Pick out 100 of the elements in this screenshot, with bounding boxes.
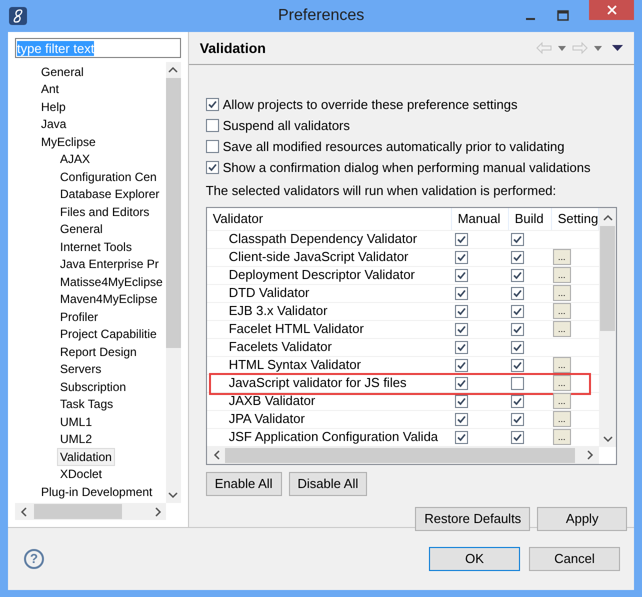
- checkbox[interactable]: [510, 304, 524, 318]
- checkbox[interactable]: [510, 250, 524, 264]
- horizontal-scrollbar[interactable]: [206, 446, 600, 464]
- table-row[interactable]: JAXB Validator ...: [206, 392, 600, 410]
- settings-button[interactable]: ...: [552, 411, 571, 427]
- scroll-down-icon[interactable]: [168, 491, 178, 499]
- settings-button[interactable]: ...: [552, 285, 571, 301]
- checkbox[interactable]: [454, 340, 468, 354]
- table-row[interactable]: JavaScript validator for JS files ...: [206, 374, 600, 392]
- table-row[interactable]: Facelet HTML Validator ...: [206, 320, 600, 338]
- tree-item[interactable]: Help: [38, 98, 69, 116]
- button[interactable]: Apply: [537, 506, 628, 530]
- tree-item[interactable]: Matisse4MyEclipse: [57, 272, 166, 291]
- settings-button[interactable]: ...: [552, 429, 571, 445]
- vertical-scrollbar[interactable]: [599, 208, 616, 446]
- button[interactable]: Enable All: [206, 472, 282, 496]
- tree-item[interactable]: Validation: [57, 448, 115, 466]
- checkbox[interactable]: [206, 98, 219, 111]
- settings-button[interactable]: ...: [552, 375, 571, 391]
- checkbox[interactable]: [454, 376, 468, 390]
- tree-item[interactable]: UML2: [57, 430, 96, 448]
- checkbox[interactable]: [510, 286, 524, 300]
- tree-item[interactable]: Java: [38, 115, 70, 134]
- tree-item[interactable]: Plug-in Development: [38, 482, 156, 501]
- tree-item[interactable]: UML1: [57, 412, 96, 431]
- tree-item[interactable]: Task Tags: [57, 395, 116, 414]
- settings-button[interactable]: ...: [552, 357, 571, 373]
- checkbox[interactable]: [454, 322, 468, 336]
- checkbox[interactable]: [510, 340, 524, 354]
- checkbox[interactable]: [454, 430, 468, 444]
- scroll-left-icon[interactable]: [20, 506, 28, 516]
- tree-item[interactable]: General: [38, 62, 87, 81]
- checkbox[interactable]: [454, 412, 468, 426]
- scroll-up-icon[interactable]: [168, 66, 178, 74]
- scroll-right-icon[interactable]: [586, 450, 594, 460]
- tree-item[interactable]: AJAX: [57, 150, 94, 168]
- settings-button[interactable]: ...: [552, 321, 571, 337]
- help-button[interactable]: ?: [24, 549, 44, 569]
- settings-button[interactable]: ...: [552, 249, 571, 265]
- horizontal-scrollbar[interactable]: [15, 503, 166, 520]
- settings-button[interactable]: ...: [552, 303, 571, 319]
- table-row[interactable]: EJB 3.x Validator ...: [206, 302, 600, 320]
- checkbox[interactable]: [454, 358, 468, 372]
- tree-item[interactable]: Internet Tools: [57, 238, 135, 256]
- tree-item[interactable]: Database Explorer: [57, 185, 162, 204]
- tree-item[interactable]: Profiler: [57, 308, 102, 326]
- checkbox[interactable]: [206, 119, 219, 132]
- dropdown-icon[interactable]: [558, 46, 566, 50]
- tree-item[interactable]: Servers: [57, 360, 104, 378]
- table-row[interactable]: Facelets Validator: [206, 338, 600, 356]
- checkbox[interactable]: [206, 161, 219, 174]
- tree-item[interactable]: Subscription: [57, 378, 130, 396]
- close-button[interactable]: [589, 0, 634, 20]
- button[interactable]: Restore Defaults: [415, 506, 530, 530]
- tree-item[interactable]: Configuration Cen: [57, 168, 160, 186]
- tree-item[interactable]: XDoclet: [57, 465, 106, 484]
- table-row[interactable]: Client-side JavaScript Validator ...: [206, 248, 600, 266]
- vertical-scrollbar[interactable]: [166, 62, 181, 503]
- dialog-button[interactable]: Cancel: [529, 547, 620, 571]
- checkbox[interactable]: [206, 140, 219, 153]
- dialog-button[interactable]: OK: [429, 547, 520, 571]
- checkbox[interactable]: [510, 412, 524, 426]
- scroll-down-icon[interactable]: [602, 434, 613, 442]
- tree-item[interactable]: Project Capabilitie: [57, 325, 160, 344]
- maximize-icon[interactable]: [557, 10, 569, 22]
- settings-button[interactable]: ...: [552, 267, 571, 283]
- tree-item[interactable]: Report Design: [57, 342, 140, 361]
- dropdown-icon[interactable]: [594, 46, 602, 50]
- checkbox[interactable]: [454, 394, 468, 408]
- tree-item[interactable]: Java Enterprise Pr: [57, 255, 162, 274]
- table-row[interactable]: DTD Validator ...: [206, 284, 600, 302]
- column-header[interactable]: Validator: [206, 208, 452, 230]
- table-row[interactable]: JPA Validator ...: [206, 410, 600, 428]
- checkbox[interactable]: [510, 394, 524, 408]
- checkbox[interactable]: [510, 376, 524, 390]
- tree-item[interactable]: General: [57, 220, 106, 238]
- button[interactable]: Disable All: [288, 472, 368, 496]
- checkbox[interactable]: [510, 322, 524, 336]
- tree-item[interactable]: MyEclipse: [38, 132, 99, 151]
- column-header[interactable]: Build: [508, 208, 552, 230]
- checkbox[interactable]: [454, 232, 468, 246]
- scroll-left-icon[interactable]: [212, 450, 221, 460]
- checkbox[interactable]: [510, 430, 524, 444]
- table-row[interactable]: Deployment Descriptor Validator ...: [206, 266, 600, 284]
- tree-item[interactable]: Files and Editors: [57, 202, 152, 221]
- menu-icon[interactable]: [612, 45, 624, 51]
- checkbox[interactable]: [510, 232, 524, 246]
- scroll-up-icon[interactable]: [602, 214, 613, 222]
- checkbox[interactable]: [454, 268, 468, 282]
- checkbox[interactable]: [454, 286, 468, 300]
- column-header[interactable]: Manual: [452, 208, 509, 230]
- table-row[interactable]: HTML Syntax Validator ...: [206, 356, 600, 374]
- table-row[interactable]: Classpath Dependency Validator: [206, 230, 600, 248]
- tree-item[interactable]: Ant: [38, 80, 62, 98]
- checkbox[interactable]: [454, 304, 468, 318]
- tree-item[interactable]: Maven4MyEclipse: [57, 290, 160, 308]
- checkbox[interactable]: [510, 268, 524, 282]
- scroll-right-icon[interactable]: [154, 506, 162, 516]
- checkbox[interactable]: [510, 358, 524, 372]
- checkbox[interactable]: [454, 250, 468, 264]
